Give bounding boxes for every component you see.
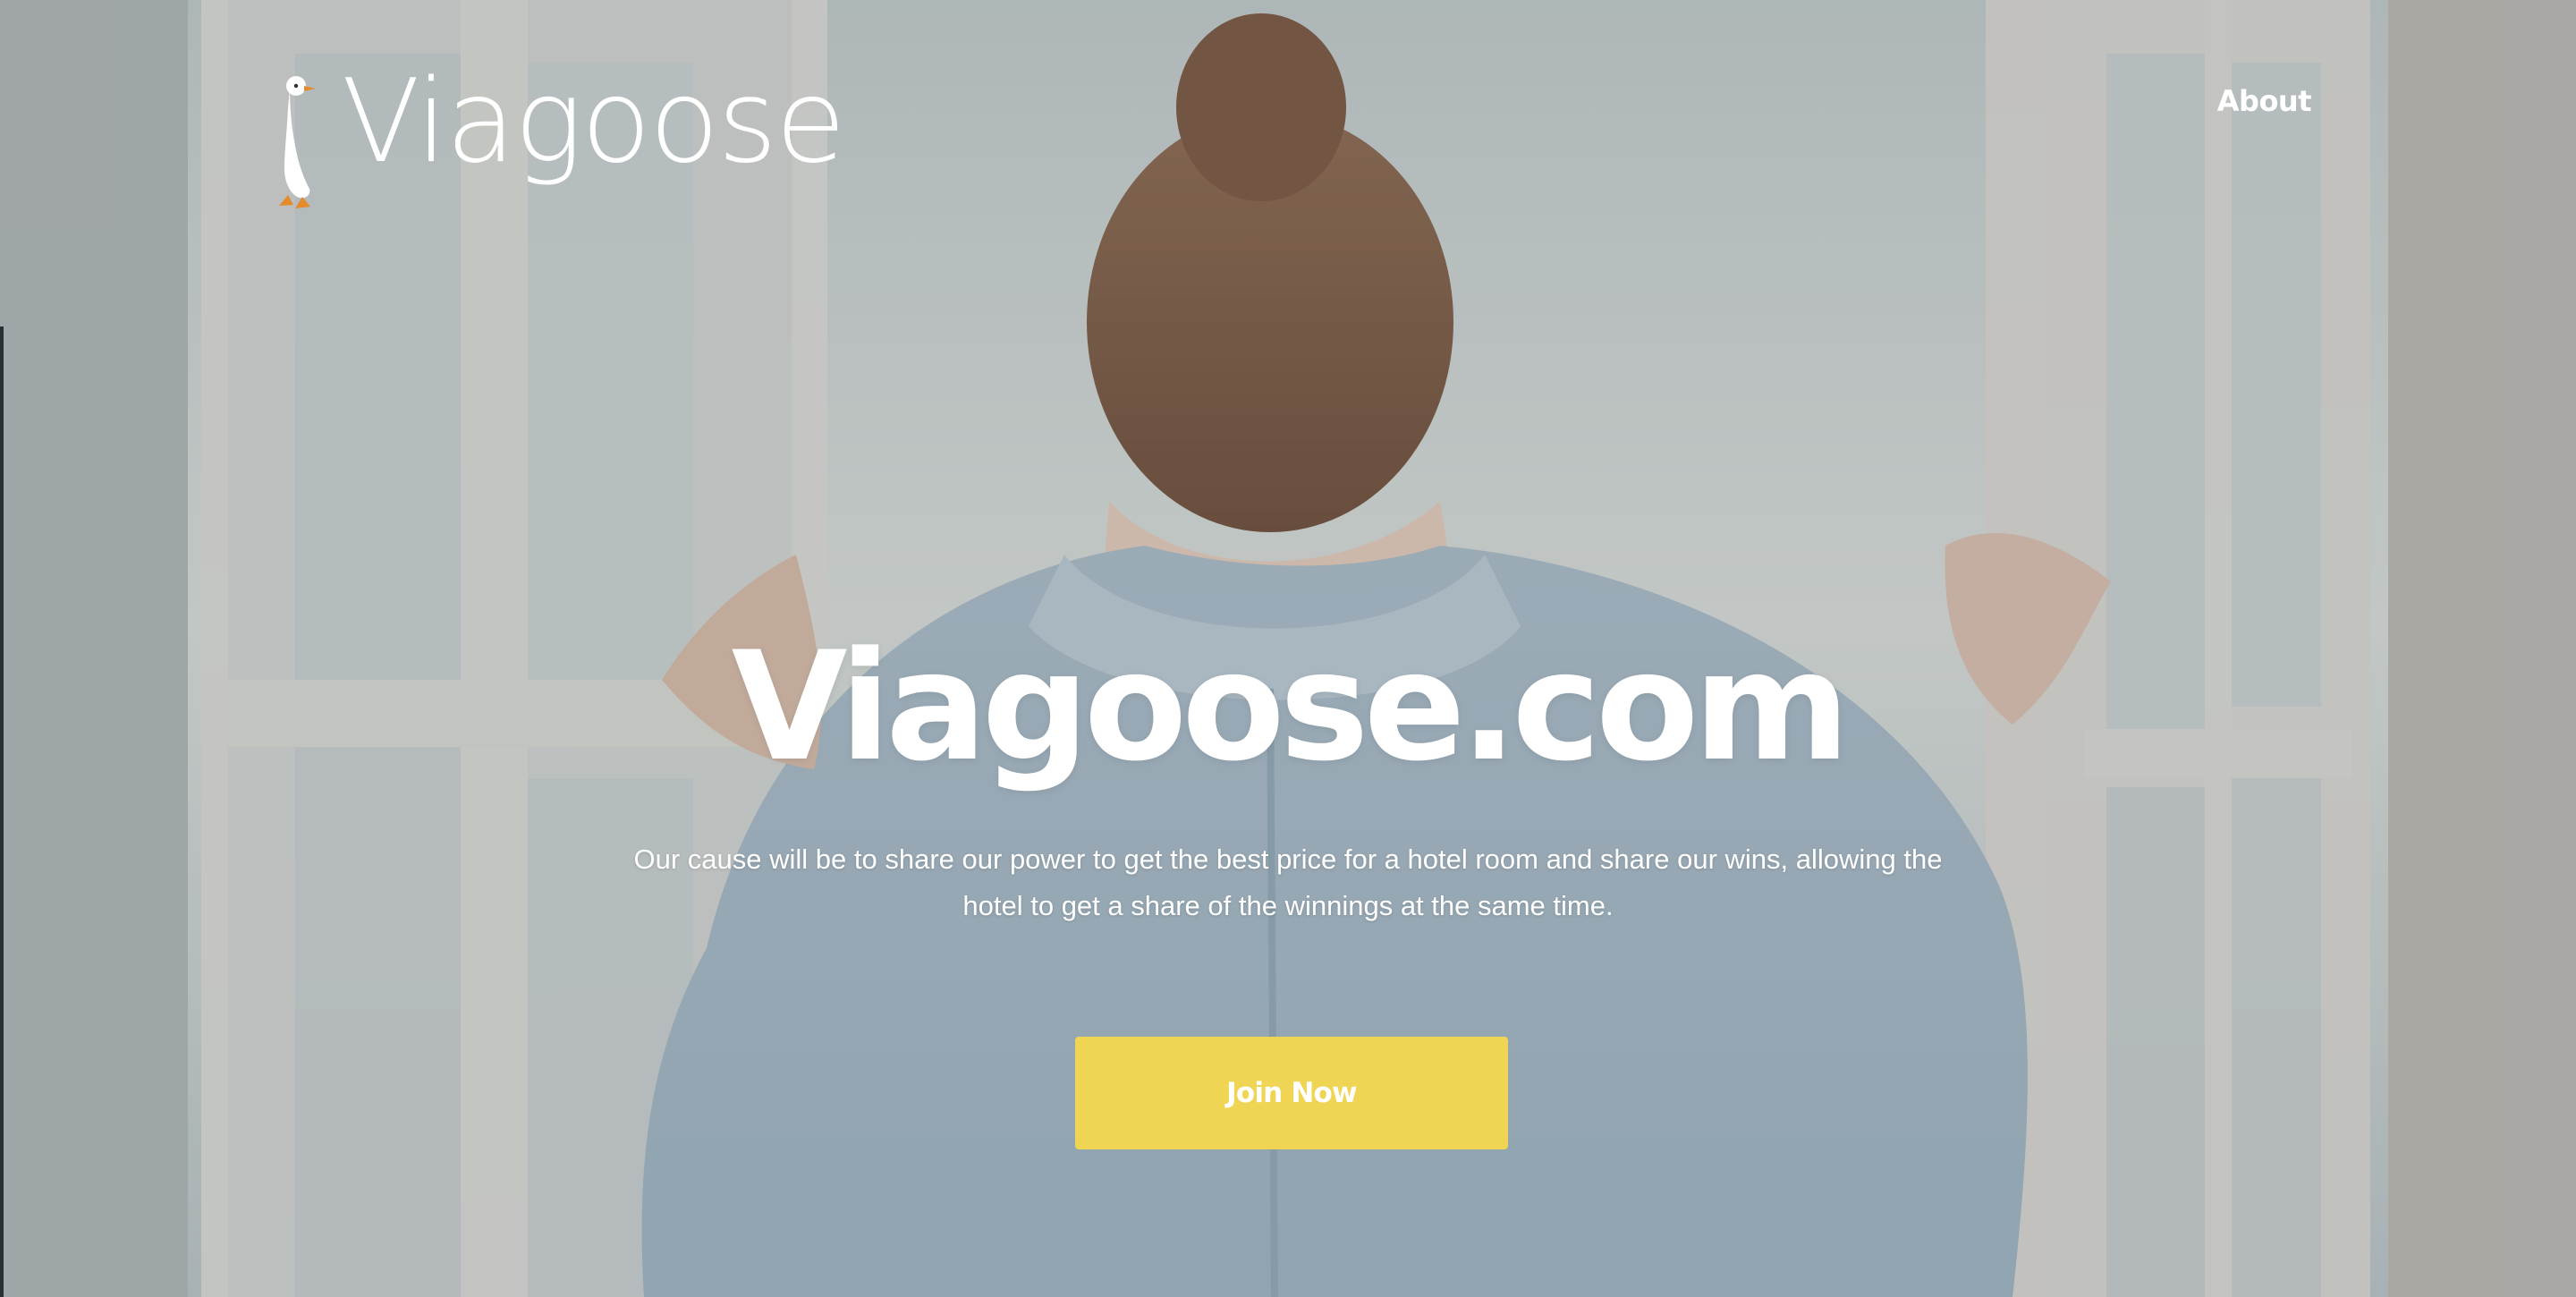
site-header: Viagoose About: [0, 0, 2576, 233]
svg-text:Viagoose: Viagoose: [342, 63, 844, 189]
hero-description: Our cause will be to share our power to …: [633, 843, 1943, 921]
nav-about-link[interactable]: About: [2217, 84, 2312, 118]
goose-icon: [279, 76, 316, 208]
logo-wordmark: Viagoose: [342, 63, 846, 189]
hero-title: Viagoose.com: [731, 619, 1851, 794]
left-edge-strip: [0, 326, 4, 1297]
join-now-button[interactable]: Join Now: [1075, 1037, 1508, 1149]
hero-section: Viagoose About Viagoose.com Our cause wi…: [0, 0, 2576, 1297]
home-logo-link[interactable]: Viagoose: [268, 63, 859, 215]
